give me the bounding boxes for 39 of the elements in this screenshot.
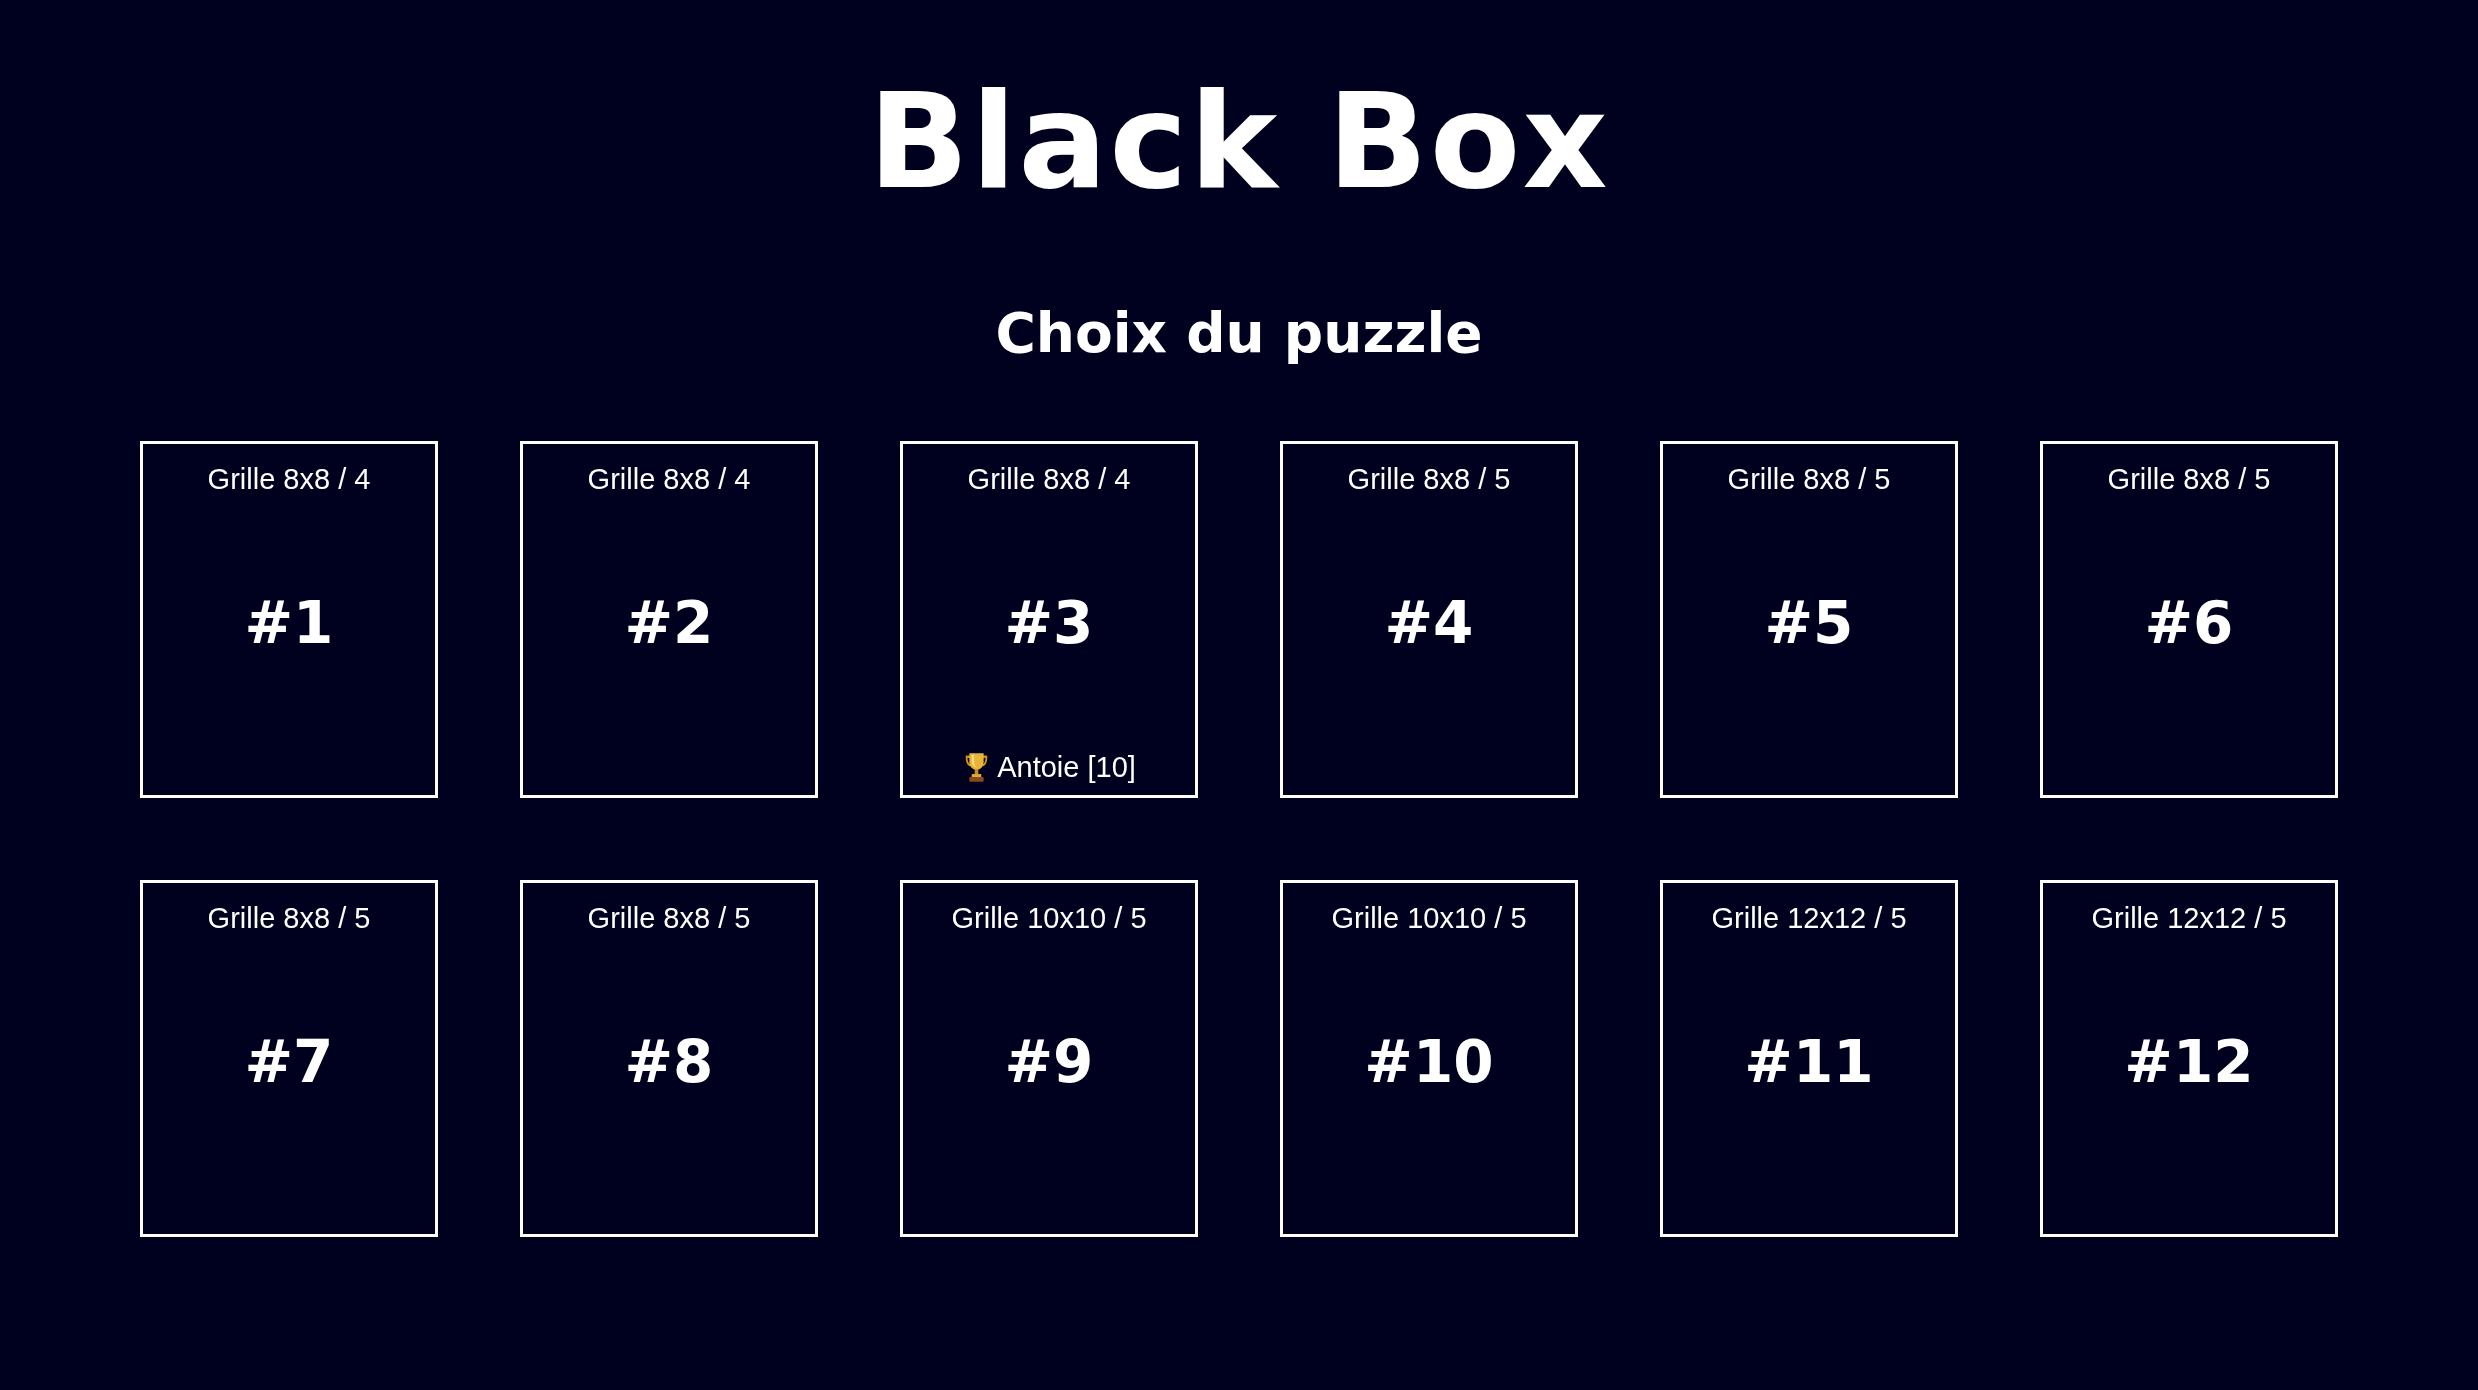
section-heading: Choix du puzzle bbox=[995, 302, 1483, 364]
puzzle-number: #7 bbox=[244, 1030, 334, 1095]
puzzle-number: #9 bbox=[1004, 1030, 1094, 1095]
puzzle-number: #12 bbox=[2124, 1030, 2254, 1095]
puzzle-number: #11 bbox=[1744, 1030, 1874, 1095]
puzzle-card[interactable]: Grille 8x8 / 5 #5 bbox=[1660, 441, 1958, 799]
puzzle-card[interactable]: Grille 8x8 / 4 #2 bbox=[520, 441, 818, 799]
grid-size-label: Grille 8x8 / 4 bbox=[967, 462, 1131, 497]
puzzle-number: #6 bbox=[2144, 591, 2234, 656]
grid-size-label: Grille 8x8 / 5 bbox=[1727, 462, 1891, 497]
puzzle-number: #10 bbox=[1364, 1030, 1494, 1095]
best-score-text: Antoie [10] bbox=[997, 749, 1136, 785]
puzzle-number: #1 bbox=[244, 591, 334, 656]
puzzle-card[interactable]: Grille 8x8 / 4 #1 bbox=[140, 441, 438, 799]
puzzle-card[interactable]: Grille 10x10 / 5 #10 bbox=[1280, 880, 1578, 1238]
grid-size-label: Grille 8x8 / 5 bbox=[207, 901, 371, 936]
puzzle-number: #2 bbox=[624, 591, 714, 656]
puzzle-number: #5 bbox=[1764, 591, 1854, 656]
grid-size-label: Grille 8x8 / 4 bbox=[207, 462, 371, 497]
puzzle-card[interactable]: Grille 8x8 / 4 #3 Antoie [10] bbox=[900, 441, 1198, 799]
page-title: Black Box bbox=[868, 72, 1610, 211]
puzzle-card[interactable]: Grille 10x10 / 5 #9 bbox=[900, 880, 1198, 1238]
grid-size-label: Grille 12x12 / 5 bbox=[1711, 901, 1907, 936]
puzzle-card[interactable]: Grille 12x12 / 5 #12 bbox=[2040, 880, 2338, 1238]
grid-size-label: Grille 8x8 / 5 bbox=[587, 901, 751, 936]
grid-size-label: Grille 10x10 / 5 bbox=[951, 901, 1147, 936]
puzzle-card[interactable]: Grille 8x8 / 5 #8 bbox=[520, 880, 818, 1238]
grid-size-label: Grille 8x8 / 5 bbox=[1347, 462, 1511, 497]
puzzle-number: #4 bbox=[1384, 591, 1474, 656]
puzzle-card[interactable]: Grille 8x8 / 5 #7 bbox=[140, 880, 438, 1238]
puzzle-number: #8 bbox=[624, 1030, 714, 1095]
puzzle-card[interactable]: Grille 12x12 / 5 #11 bbox=[1660, 880, 1958, 1238]
puzzle-number: #3 bbox=[1004, 591, 1094, 656]
grid-size-label: Grille 8x8 / 5 bbox=[2107, 462, 2271, 497]
puzzle-card[interactable]: Grille 8x8 / 5 #4 bbox=[1280, 441, 1578, 799]
grid-size-label: Grille 8x8 / 4 bbox=[587, 462, 751, 497]
grid-size-label: Grille 10x10 / 5 bbox=[1331, 901, 1527, 936]
puzzle-card[interactable]: Grille 8x8 / 5 #6 bbox=[2040, 441, 2338, 799]
grid-size-label: Grille 12x12 / 5 bbox=[2091, 901, 2287, 936]
